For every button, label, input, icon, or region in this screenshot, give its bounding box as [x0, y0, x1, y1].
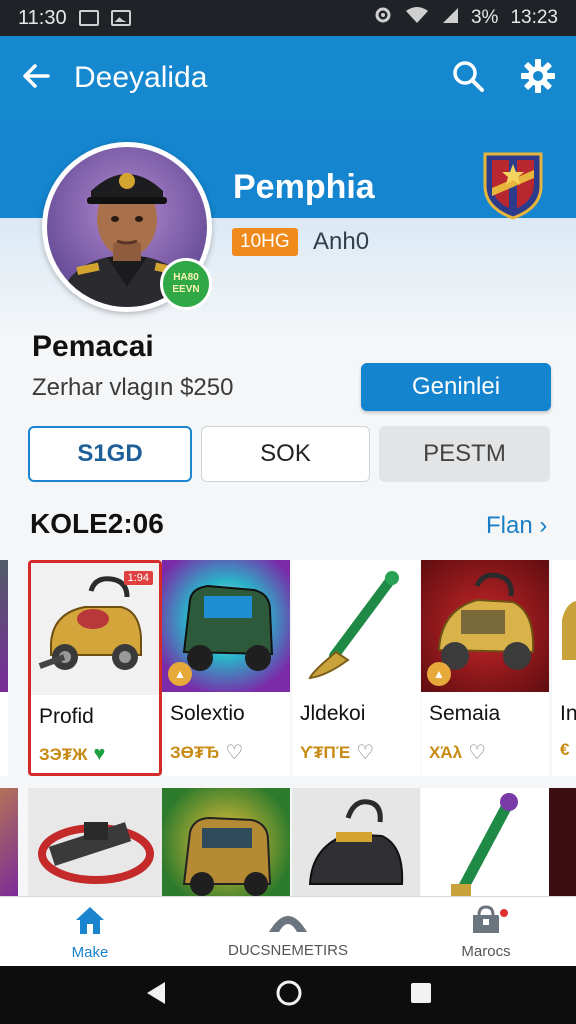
heart-filled-icon[interactable]: ♥ [94, 743, 106, 766]
wifi-icon [405, 6, 429, 30]
nav-label: DUCSNEMETIRS [227, 941, 348, 959]
bottom-navigation: Make DUCSNEMETIRS Marocs [0, 896, 576, 966]
item-name: Jldekoi [300, 702, 366, 725]
rank-badge: 10HG [232, 228, 298, 256]
item-price-row: ϒ₮ΠΈ ♡ [300, 740, 374, 765]
tab-sok[interactable]: SOK [201, 426, 370, 482]
item-sale-tag: 1:94 [123, 571, 153, 585]
system-navigation-bar [0, 966, 576, 1024]
item-name: Profid [39, 705, 94, 728]
section-see-all-link[interactable]: Flan › [486, 512, 547, 540]
section-link-label: Flan [486, 512, 533, 539]
system-back-icon[interactable] [143, 980, 169, 1011]
item-price: ЗЭ₮Ж [39, 744, 88, 764]
back-arrow-icon[interactable] [20, 60, 52, 97]
item-thumbnail: 1:94 [31, 563, 159, 695]
item-thumbnail-row2[interactable] [28, 788, 162, 898]
hero-name: Pemphia [233, 168, 375, 206]
notification-dot [498, 907, 510, 919]
item-thumbnail: ▲ [162, 560, 290, 692]
app-bar: Deeyalida [0, 36, 576, 120]
item-thumbnail-row2[interactable] [549, 788, 576, 898]
item-price-row: ЗЭ₮Ж ♥ [39, 743, 105, 766]
item-price-row: € [560, 740, 569, 760]
item-price-row: ΧΆλ ♡ [429, 740, 486, 765]
app-screen: 11:30 3% 13:23 Deeyalida HA80 EEVN Pemph… [0, 0, 576, 1024]
item-card[interactable]: Jldekoi ϒ₮ΠΈ ♡ [292, 560, 420, 776]
nav-label: Marocs [461, 942, 511, 960]
item-card-partial-left[interactable] [0, 560, 8, 776]
badge-line-1: HA80 [173, 272, 199, 283]
nav-make[interactable]: Make [50, 897, 130, 967]
notification-icon [78, 10, 99, 26]
home-icon [73, 904, 107, 940]
rarity-badge-icon: ▲ [427, 662, 451, 686]
heart-outline-icon[interactable]: ♡ [468, 740, 486, 765]
item-card[interactable]: ▲ Semaia ΧΆλ ♡ [421, 560, 549, 776]
item-price-row: ЗӨ₮Ђ ♡ [170, 740, 243, 765]
battery-level: 3% [470, 7, 499, 28]
item-name: Solextio [170, 702, 245, 725]
system-recents-icon[interactable] [409, 981, 433, 1010]
profile-subtitle: Zerhar vlagın $250 [32, 374, 234, 401]
item-thumbnail-row2[interactable] [0, 788, 18, 898]
item-thumbnail-row2[interactable] [421, 788, 549, 898]
item-card[interactable]: ▲ Solextio ЗӨ₮Ђ ♡ [162, 560, 290, 776]
item-thumbnail-row2[interactable] [292, 788, 420, 898]
nav-marocs[interactable]: Marocs [446, 897, 526, 967]
chevron-right-icon: › [532, 512, 548, 539]
status-bar: 11:30 3% 13:23 [0, 0, 576, 36]
status-time: 11:30 [18, 6, 67, 29]
item-thumbnail [552, 560, 576, 692]
signal-icon [441, 6, 459, 30]
item-price: € [560, 740, 570, 759]
item-name: Semaia [429, 702, 501, 725]
app-title: Deeyalida [74, 61, 208, 94]
nav-label: Make [71, 943, 109, 961]
item-card[interactable]: 1:94 Profid ЗЭ₮Ж ♥ [28, 560, 162, 776]
item-card-partial-right[interactable]: In € [552, 560, 576, 776]
team-crest-icon [480, 148, 546, 220]
tab-pestm[interactable]: PESTM [379, 426, 550, 482]
item-thumbnail-row2[interactable] [162, 788, 290, 898]
gear-status-icon [373, 5, 393, 31]
gear-icon[interactable] [520, 58, 556, 99]
rarity-badge-icon: ▲ [168, 662, 192, 686]
status-clock: 13:23 [510, 7, 558, 28]
primary-action-button[interactable]: Geninlei [361, 363, 551, 411]
search-icon[interactable] [450, 58, 486, 99]
item-price: ЗӨ₮Ђ [170, 742, 220, 762]
image-notification-icon [110, 10, 131, 26]
nav-discover[interactable]: DUCSNEMETIRS [200, 897, 376, 967]
dome-icon [267, 906, 309, 938]
heart-outline-icon[interactable]: ♡ [356, 740, 374, 765]
item-thumbnail [0, 560, 8, 692]
system-home-icon[interactable] [275, 979, 303, 1012]
tab-s1gd[interactable]: S1GD [28, 426, 192, 482]
avatar-level-badge: HA80 EEVN [160, 258, 212, 310]
item-thumbnail: ▲ [421, 560, 549, 692]
hero-subtitle: Anh0 [313, 228, 370, 255]
section-title: KOLE2:06 [30, 508, 164, 539]
heart-outline-icon[interactable]: ♡ [225, 740, 243, 765]
item-price: ϒ₮ΠΈ [300, 742, 351, 762]
item-price: ΧΆλ [429, 742, 463, 762]
badge-line-2: EEVN [172, 284, 200, 295]
profile-name: Pemacai [32, 330, 154, 363]
item-name: In [560, 702, 576, 725]
item-thumbnail [292, 560, 420, 692]
